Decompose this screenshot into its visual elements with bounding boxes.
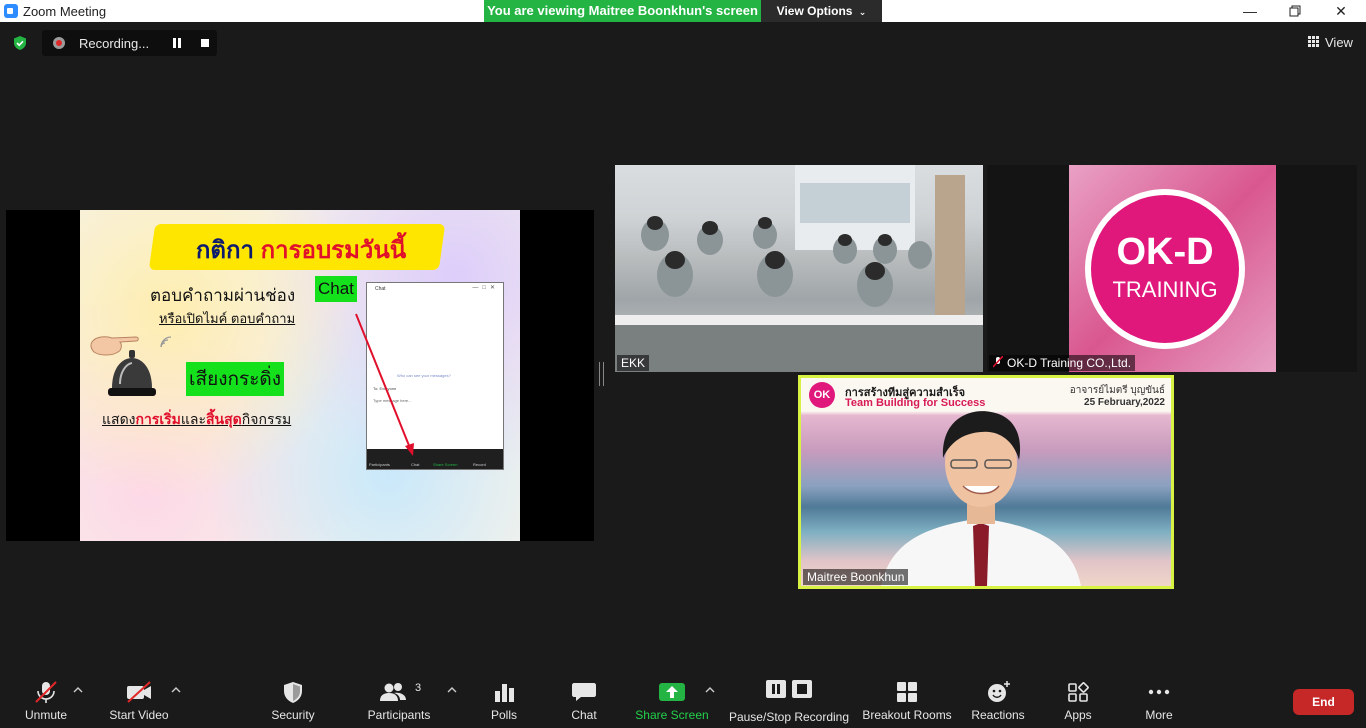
security-label: Security [271,708,315,722]
microphone-muted-icon [35,681,57,703]
participants-count: 3 [415,682,422,694]
service-bell-icon [108,350,156,396]
video-camera-off-icon [127,681,151,703]
view-options-label: View Options [776,4,853,18]
participants-button[interactable]: 3 Participants [364,668,434,728]
participants-label: Participants [367,708,431,722]
share-screen-arrow-icon [659,683,685,701]
pause-recording-icon[interactable] [172,38,182,48]
reactions-label: Reactions [971,708,1025,722]
start-video-button[interactable]: Start Video [104,668,174,728]
video-options-caret-icon[interactable] [171,686,181,694]
more-dots-icon [1148,689,1170,695]
grid-icon [1308,36,1320,48]
slide-line-start-end: แสดงการเริ่มและสิ้นสุดกิจกรรม [102,411,292,427]
video-tile-ekk[interactable]: EKK [615,165,983,372]
share-options-caret-icon[interactable] [705,686,715,694]
apps-button[interactable]: Apps [1053,668,1103,728]
restore-button[interactable] [1272,0,1318,22]
pause-stop-recording-label: Pause/Stop Recording [728,710,850,724]
breakout-rooms-label: Breakout Rooms [862,708,952,722]
window-title: Zoom Meeting [23,4,107,19]
okd-logo-text-line2: TRAINING [1112,277,1218,302]
recording-dot-icon [53,37,65,49]
pause-stop-recording-icon [766,680,812,698]
pause-stop-recording-button[interactable]: Pause/Stop Recording [728,668,850,728]
apps-icon [1068,682,1089,702]
security-button[interactable]: Security [263,668,323,728]
mini-chat-placeholder: Type message here... [373,398,412,403]
minimize-button[interactable]: — [1227,0,1273,22]
mini-chat-privacy: Who can see your messages? [397,373,451,378]
reactions-smiley-icon [988,681,1010,702]
mini-chat-title: Chat [375,286,386,292]
slide-bell-label: เสียงกระดิ่ง [186,362,285,396]
recording-label: Recording... [79,36,150,51]
breakout-rooms-button[interactable]: Breakout Rooms [862,668,952,728]
end-meeting-button[interactable]: End [1293,689,1354,715]
more-button[interactable]: More [1134,668,1184,728]
view-label: View [1325,35,1353,50]
chat-bubble-icon [572,683,596,701]
slide-title: กติกา การอบรมวันนี้ [166,230,436,269]
unmute-button[interactable]: Unmute [16,668,76,728]
chevron-down-icon: ⌄ [858,7,867,17]
speaker-person-figure [881,411,1081,586]
recording-indicator: Recording... [42,30,217,56]
more-label: More [1145,708,1173,722]
meeting-toolbar: Unmute Start Video Security 3 Participan… [0,668,1366,728]
mini-chat-to: To: Everyone [373,386,397,391]
slide-chat-window-screenshot: Chat —□✕ Who can see your messages? To: … [366,282,504,470]
polls-label: Polls [490,708,517,722]
participant-name-speaker: Maitree Boonkhun [803,569,909,585]
mic-muted-icon [993,356,1003,368]
polls-bar-chart-icon [495,684,514,702]
close-button[interactable]: ✕ [1318,0,1364,22]
security-shield-icon [284,682,302,703]
presentation-slide: กติกา การอบรมวันนี้ ตอบคำถามผ่านช่อง Cha… [80,210,520,541]
video-tile-active-speaker[interactable]: OK การสร้างทีมสู่ความสำเร็จ Team Buildin… [798,375,1174,589]
slide-title-part2: การอบรมวันนี้ [260,237,407,264]
share-screen-button[interactable]: Share Screen [634,668,710,728]
participant-name-ekk: EKK [617,355,650,371]
screen-share-banner: You are viewing Maitree Boonkhun's scree… [484,0,761,22]
okd-logo-text-line1: OK-D [1116,231,1214,273]
breakout-rooms-grid-icon [897,682,917,702]
apps-label: Apps [1064,708,1092,722]
chat-button[interactable]: Chat [559,668,609,728]
video-tile-okd-training[interactable]: OK-D TRAINING OK-D Training CO.,Ltd. [987,165,1357,372]
view-layout-button[interactable]: View [1308,35,1353,50]
audio-options-caret-icon[interactable] [73,686,83,694]
classroom-video-frame [615,165,983,372]
polls-button[interactable]: Polls [479,668,529,728]
participants-options-caret-icon[interactable] [447,686,457,694]
mini-toolbar: Participants Chat Share Screen Record [367,449,503,469]
stop-recording-icon[interactable] [201,39,209,47]
resize-divider-handle[interactable] [599,362,604,386]
sound-waves-icon [160,336,172,348]
participant-name-okd: OK-D Training CO.,Ltd. [989,355,1136,371]
unmute-label: Unmute [24,708,68,722]
view-options-button[interactable]: View Options ⌄ [761,0,882,22]
shared-screen[interactable]: กติกา การอบรมวันนี้ ตอบคำถามผ่านช่อง Cha… [6,210,594,541]
slide-line-answer-chat: ตอบคำถามผ่านช่อง [150,286,296,305]
participants-icon [380,683,406,701]
start-video-label: Start Video [109,708,169,722]
reactions-button[interactable]: Reactions [968,668,1028,728]
slide-line-open-mic: หรือเปิดไมค์ ตอบคำถาม [159,311,296,326]
chat-label: Chat [571,708,597,722]
slide-title-part1: กติกา [195,237,254,264]
share-screen-label: Share Screen [635,708,709,722]
zoom-app-icon [4,4,18,18]
slide-chat-highlight: Chat [315,276,357,302]
mini-window-controls: —□✕ [472,285,499,291]
restore-icon [1289,5,1301,17]
encryption-shield-icon[interactable] [12,35,28,51]
